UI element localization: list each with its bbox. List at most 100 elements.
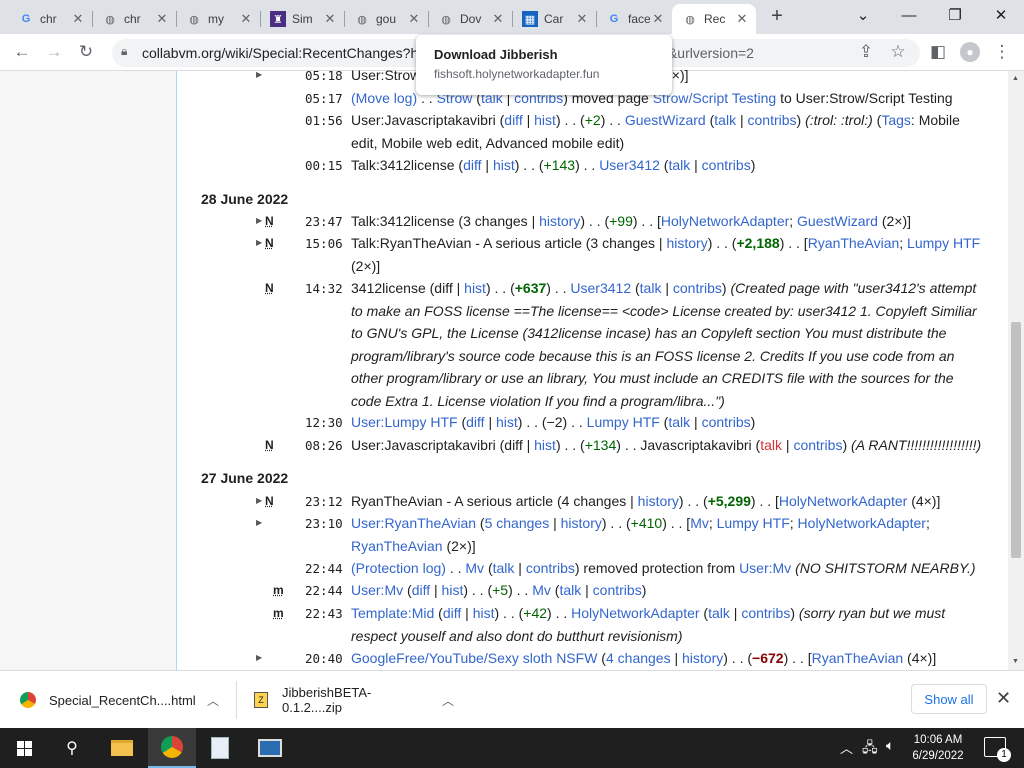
- user-link[interactable]: Mv: [465, 560, 484, 576]
- page-link[interactable]: User:Mv: [739, 560, 791, 576]
- scroll-down-icon[interactable]: ▼: [1012, 658, 1019, 665]
- share-button[interactable]: ⇪: [854, 40, 878, 64]
- changes-link[interactable]: 4 changes: [562, 493, 627, 509]
- close-icon[interactable]: ✕: [406, 11, 422, 27]
- changes-link[interactable]: 3 changes: [590, 235, 655, 251]
- close-icon[interactable]: ✕: [70, 11, 86, 27]
- app-taskbar-button[interactable]: [246, 728, 294, 768]
- tags-link[interactable]: Tags: [881, 112, 911, 128]
- tab-7[interactable]: ▦ Car ✕: [512, 4, 596, 34]
- close-icon[interactable]: ✕: [996, 688, 1011, 709]
- hist-link[interactable]: hist: [493, 157, 515, 173]
- tab-3[interactable]: ◍ my ✕: [176, 4, 260, 34]
- reload-button[interactable]: ↻: [74, 40, 98, 64]
- talk-link[interactable]: talk: [493, 560, 515, 576]
- chevron-up-icon[interactable]: ︿: [207, 692, 219, 709]
- hist-link[interactable]: hist: [442, 582, 464, 598]
- tab-search-button[interactable]: ⌄: [840, 0, 886, 30]
- diff-link[interactable]: diff: [412, 582, 430, 598]
- chevron-up-icon[interactable]: ︿: [840, 738, 853, 757]
- download-popup[interactable]: Download Jibberish fishsoft.holynetworka…: [416, 35, 672, 95]
- changes-link[interactable]: 5 changes: [485, 515, 550, 531]
- page-link[interactable]: User:Strow: [351, 67, 420, 83]
- tab-2[interactable]: ◍ chr ✕: [92, 4, 176, 34]
- talk-link[interactable]: talk: [668, 157, 690, 173]
- user-link[interactable]: User3412: [599, 157, 660, 173]
- user-link[interactable]: HolyNetworkAdapter: [798, 515, 926, 531]
- file-explorer-button[interactable]: [98, 728, 146, 768]
- user-link[interactable]: HolyNetworkAdapter: [779, 493, 907, 509]
- user-link[interactable]: GuestWizard: [797, 213, 878, 229]
- bookmark-button[interactable]: ☆: [886, 40, 910, 64]
- contribs-link[interactable]: contribs: [702, 157, 751, 173]
- talk-link[interactable]: talk: [640, 280, 662, 296]
- hist-link[interactable]: hist: [534, 112, 556, 128]
- page-link[interactable]: Template:Mid: [351, 605, 434, 621]
- chevron-up-icon[interactable]: ︿: [442, 692, 454, 709]
- download-item[interactable]: Z JibberishBETA-0.1.2....zip ︿: [254, 671, 454, 729]
- diff-link[interactable]: diff: [466, 414, 484, 430]
- close-icon[interactable]: ✕: [154, 11, 170, 27]
- user-link[interactable]: Lumpy HTF: [587, 414, 660, 430]
- page-link[interactable]: User:Lumpy HTF: [351, 414, 458, 430]
- talk-link[interactable]: talk: [559, 582, 581, 598]
- vertical-scrollbar[interactable]: ▲ ▼: [1008, 71, 1024, 670]
- expand-arrow-icon[interactable]: ▶: [256, 518, 262, 527]
- contribs-link[interactable]: contribs: [748, 112, 797, 128]
- search-button[interactable]: ⚲: [48, 728, 96, 768]
- log-link[interactable]: (Move log): [351, 90, 417, 106]
- diff-link[interactable]: diff: [463, 157, 481, 173]
- expand-arrow-icon[interactable]: ▶: [256, 70, 262, 79]
- user-link[interactable]: Mv: [532, 582, 551, 598]
- user-link[interactable]: RyanTheAvian: [808, 235, 900, 251]
- page-link[interactable]: Talk:3412license: [351, 157, 455, 173]
- contribs-link[interactable]: contribs: [793, 437, 842, 453]
- volume-icon[interactable]: 🔈︎: [886, 737, 894, 754]
- close-icon[interactable]: ✕: [734, 11, 750, 27]
- user-link[interactable]: User3412: [570, 280, 631, 296]
- page-link[interactable]: Talk:3412license: [351, 213, 455, 229]
- page-link[interactable]: 3412license: [351, 280, 426, 296]
- profile-button[interactable]: ●: [958, 40, 982, 64]
- tab-6[interactable]: ◍ Dov ✕: [428, 4, 512, 34]
- user-link[interactable]: RyanTheAvian: [812, 650, 904, 666]
- hist-link[interactable]: hist: [464, 280, 486, 296]
- hist-link[interactable]: hist: [534, 437, 556, 453]
- contribs-link[interactable]: contribs: [673, 280, 722, 296]
- scrollbar-thumb[interactable]: [1011, 322, 1021, 558]
- close-icon[interactable]: ✕: [574, 11, 590, 27]
- contribs-link[interactable]: contribs: [593, 582, 642, 598]
- back-button[interactable]: ←: [10, 40, 34, 64]
- user-link[interactable]: Lumpy HTF: [907, 235, 980, 251]
- history-link[interactable]: history: [539, 213, 580, 229]
- close-icon[interactable]: ✕: [322, 11, 338, 27]
- page-link[interactable]: Talk:RyanTheAvian - A serious article: [351, 235, 582, 251]
- tab-8[interactable]: Gface ✕: [596, 4, 672, 34]
- close-window-button[interactable]: ✕: [978, 0, 1024, 30]
- page-link[interactable]: User:Javascriptakavibri: [351, 112, 496, 128]
- expand-arrow-icon[interactable]: ▶: [256, 496, 262, 505]
- side-panel-button[interactable]: ◧: [926, 40, 950, 64]
- changes-link[interactable]: 4 changes: [606, 650, 671, 666]
- user-link[interactable]: HolyNetworkAdapter: [661, 213, 789, 229]
- contribs-link[interactable]: contribs: [741, 605, 790, 621]
- start-button[interactable]: [0, 728, 48, 768]
- new-tab-button[interactable]: +: [766, 5, 788, 27]
- expand-arrow-icon[interactable]: ▶: [256, 238, 262, 247]
- contribs-link[interactable]: contribs: [526, 560, 575, 576]
- close-icon[interactable]: ✕: [238, 11, 254, 27]
- show-all-button[interactable]: Show all: [911, 684, 987, 714]
- chrome-taskbar-button[interactable]: [148, 728, 196, 768]
- user-link[interactable]: HolyNetworkAdapter: [571, 605, 699, 621]
- user-link[interactable]: RyanTheAvian: [351, 538, 443, 554]
- close-icon[interactable]: ✕: [650, 11, 666, 27]
- diff-link[interactable]: diff: [504, 112, 522, 128]
- hist-link[interactable]: hist: [473, 605, 495, 621]
- diff-link[interactable]: diff: [443, 605, 461, 621]
- history-link[interactable]: history: [638, 493, 679, 509]
- network-icon[interactable]: 🖧︎: [862, 737, 878, 761]
- contribs-link[interactable]: contribs: [702, 414, 751, 430]
- page-link[interactable]: Strow/Script Testing: [653, 90, 776, 106]
- forward-button[interactable]: →: [42, 40, 66, 64]
- history-link[interactable]: history: [666, 235, 707, 251]
